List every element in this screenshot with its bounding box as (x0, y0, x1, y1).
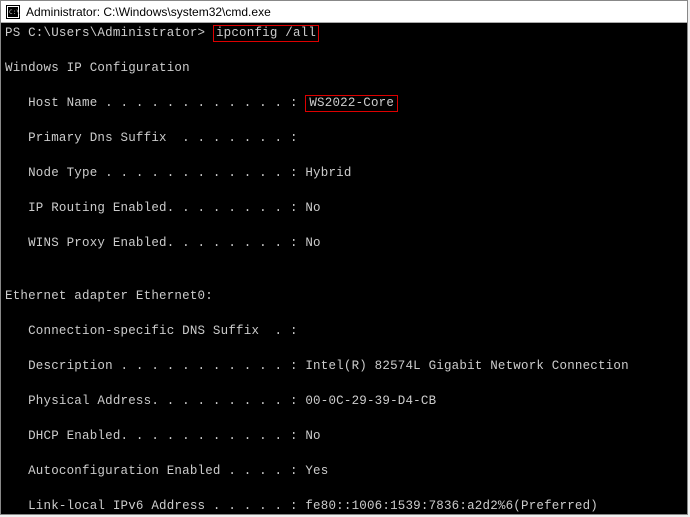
field-value: No (305, 201, 320, 215)
description-row: Description . . . . . . . . . . . : Inte… (5, 358, 683, 376)
dhcp-enabled-row: DHCP Enabled. . . . . . . . . . . : No (5, 428, 683, 446)
field-label: Connection-specific DNS Suffix . : (5, 324, 298, 338)
dns-suffix-row: Primary Dns Suffix . . . . . . . : (5, 130, 683, 148)
field-label: Physical Address. . . . . . . . . : (5, 394, 305, 408)
field-value: No (305, 236, 320, 250)
terminal-area[interactable]: PS C:\Users\Administrator> ipconfig /all… (1, 23, 687, 514)
field-label: IP Routing Enabled. . . . . . . . : (5, 201, 305, 215)
host-name-highlight: WS2022-Core (305, 95, 398, 112)
field-label: WINS Proxy Enabled. . . . . . . . : (5, 236, 305, 250)
titlebar[interactable]: C:\ Administrator: C:\Windows\system32\c… (1, 1, 687, 23)
ip-routing-row: IP Routing Enabled. . . . . . . . : No (5, 200, 683, 218)
field-value: Hybrid (305, 166, 351, 180)
field-value: 00-0C-29-39-D4-CB (305, 394, 436, 408)
field-label: Primary Dns Suffix . . . . . . . : (5, 131, 298, 145)
field-label: Autoconfiguration Enabled . . . . : (5, 464, 305, 478)
node-type-row: Node Type . . . . . . . . . . . . : Hybr… (5, 165, 683, 183)
conn-dns-suffix-row: Connection-specific DNS Suffix . : (5, 323, 683, 341)
svg-text:C:\: C:\ (9, 9, 20, 16)
config-header: Windows IP Configuration (5, 61, 190, 75)
adapter-header: Ethernet adapter Ethernet0: (5, 289, 213, 303)
cmd-icon: C:\ (5, 4, 21, 20)
wins-proxy-row: WINS Proxy Enabled. . . . . . . . : No (5, 235, 683, 253)
field-value: No (305, 429, 320, 443)
ps-prompt: PS C:\Users\Administrator> (5, 26, 213, 40)
field-value: fe80::1006:1539:7836:a2d2%6(Preferred) (305, 499, 598, 513)
host-name-row: Host Name . . . . . . . . . . . . : WS20… (5, 95, 683, 113)
field-label: Link-local IPv6 Address . . . . . : (5, 499, 305, 513)
command-highlight: ipconfig /all (213, 25, 319, 42)
ipv6-address-row: Link-local IPv6 Address . . . . . : fe80… (5, 498, 683, 515)
prompt-line-1: PS C:\Users\Administrator> ipconfig /all (5, 26, 319, 40)
field-value: Intel(R) 82574L Gigabit Network Connecti… (305, 359, 628, 373)
field-label: Description . . . . . . . . . . . : (5, 359, 305, 373)
autoconfig-row: Autoconfiguration Enabled . . . . : Yes (5, 463, 683, 481)
field-label: DHCP Enabled. . . . . . . . . . . : (5, 429, 305, 443)
physical-address-row: Physical Address. . . . . . . . . : 00-0… (5, 393, 683, 411)
field-label: Node Type . . . . . . . . . . . . : (5, 166, 305, 180)
field-value: Yes (305, 464, 328, 478)
titlebar-text: Administrator: C:\Windows\system32\cmd.e… (26, 5, 271, 19)
cmd-window: C:\ Administrator: C:\Windows\system32\c… (0, 0, 688, 515)
field-label: Host Name . . . . . . . . . . . . : (5, 96, 305, 110)
